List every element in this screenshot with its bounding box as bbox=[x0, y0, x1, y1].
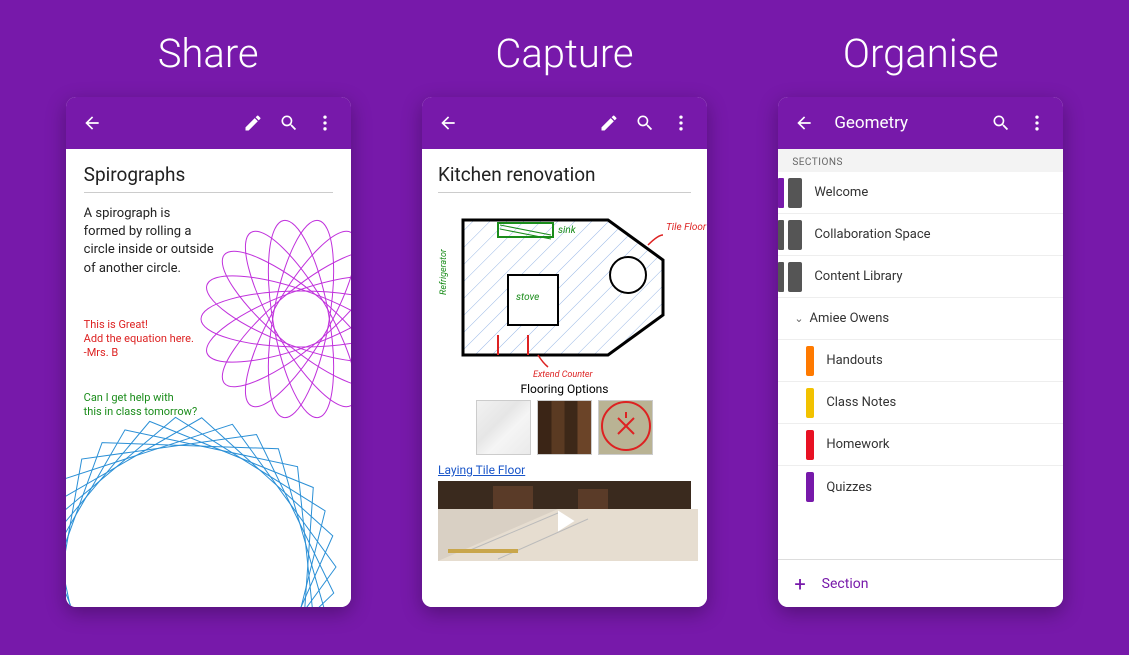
section-tab-icon bbox=[778, 178, 784, 208]
phone-organise: Geometry SECTIONS Welcome Collaboration bbox=[778, 97, 1063, 607]
notebook-title: Geometry bbox=[834, 113, 983, 133]
pen-icon bbox=[599, 113, 619, 133]
section-swatch-icon bbox=[788, 220, 802, 250]
search-button[interactable] bbox=[983, 105, 1019, 141]
section-tab-icon bbox=[778, 220, 784, 250]
search-button[interactable] bbox=[627, 105, 663, 141]
arrow-left-icon bbox=[82, 113, 102, 133]
back-button[interactable] bbox=[786, 105, 822, 141]
section-tab-icon bbox=[778, 262, 784, 292]
section-item[interactable]: Welcome bbox=[778, 172, 1063, 214]
subheading-flooring: Flooring Options bbox=[438, 382, 691, 396]
rule bbox=[438, 192, 691, 193]
note-page[interactable]: Spirographs A spirograph is formed by ro… bbox=[66, 149, 351, 607]
overflow-button[interactable] bbox=[1019, 105, 1055, 141]
pen-button[interactable] bbox=[235, 105, 271, 141]
column-label-capture: Capture bbox=[495, 30, 633, 77]
spirograph-purple bbox=[191, 209, 351, 429]
chevron-down-icon: ⌄ bbox=[794, 312, 803, 325]
section-swatch-icon bbox=[788, 178, 802, 208]
arrow-left-icon bbox=[438, 113, 458, 133]
section-label: Homework bbox=[826, 437, 889, 452]
section-group[interactable]: ⌄ Amiee Owens bbox=[778, 298, 1063, 340]
annotation-fridge: Refrigerator bbox=[439, 248, 449, 295]
overflow-button[interactable] bbox=[307, 105, 343, 141]
section-label: Class Notes bbox=[826, 395, 896, 410]
section-swatch-icon bbox=[806, 430, 814, 460]
section-item[interactable]: Collaboration Space bbox=[778, 214, 1063, 256]
section-label: Collaboration Space bbox=[814, 227, 930, 242]
annotation-sink: sink bbox=[558, 225, 577, 236]
section-item[interactable]: Handouts bbox=[778, 340, 1063, 382]
search-icon bbox=[991, 113, 1011, 133]
phone-capture: Kitchen renovation sink stove T bbox=[422, 97, 707, 607]
section-item[interactable]: Quizzes bbox=[778, 466, 1063, 508]
search-icon bbox=[279, 113, 299, 133]
sections-list: SECTIONS Welcome Collaboration Space Con… bbox=[778, 149, 1063, 607]
arrow-left-icon bbox=[794, 113, 814, 133]
swatch-wood[interactable] bbox=[537, 400, 592, 455]
section-item[interactable]: Content Library bbox=[778, 256, 1063, 298]
sections-header: SECTIONS bbox=[778, 149, 1063, 172]
rule bbox=[84, 192, 333, 193]
section-item[interactable]: Class Notes bbox=[778, 382, 1063, 424]
add-section-button[interactable]: + Section bbox=[778, 559, 1063, 607]
appbar bbox=[422, 97, 707, 149]
overflow-button[interactable] bbox=[663, 105, 699, 141]
play-icon bbox=[546, 503, 582, 539]
section-label: Welcome bbox=[814, 185, 868, 200]
column-label-share: Share bbox=[158, 30, 259, 77]
more-vert-icon bbox=[1027, 113, 1047, 133]
pen-icon bbox=[243, 113, 263, 133]
annotation-tile: Tile Floor bbox=[666, 222, 707, 233]
section-item[interactable]: Homework bbox=[778, 424, 1063, 466]
back-button[interactable] bbox=[430, 105, 466, 141]
flooring-swatches bbox=[438, 400, 691, 455]
section-swatch-icon bbox=[806, 346, 814, 376]
more-vert-icon bbox=[671, 113, 691, 133]
section-swatch-icon bbox=[806, 388, 814, 418]
section-swatch-icon bbox=[806, 472, 814, 502]
appbar: Geometry bbox=[778, 97, 1063, 149]
add-section-label: Section bbox=[822, 576, 869, 592]
pen-button[interactable] bbox=[591, 105, 627, 141]
section-label: Handouts bbox=[826, 353, 882, 368]
phone-share: Spirographs A spirograph is formed by ro… bbox=[66, 97, 351, 607]
floorplan-image: sink stove Tile Floor Extend Counter Ref… bbox=[438, 205, 691, 374]
section-swatch-icon bbox=[788, 262, 802, 292]
section-group-label: Amiee Owens bbox=[810, 311, 890, 326]
section-label: Quizzes bbox=[826, 480, 872, 495]
annotation-extend: Extend Counter bbox=[533, 370, 594, 380]
link-laying-tile[interactable]: Laying Tile Floor bbox=[438, 463, 691, 477]
page-title: Spirographs bbox=[84, 163, 333, 186]
back-button[interactable] bbox=[74, 105, 110, 141]
annotation-stove: stove bbox=[516, 292, 539, 303]
note-page[interactable]: Kitchen renovation sink stove T bbox=[422, 149, 707, 607]
search-button[interactable] bbox=[271, 105, 307, 141]
section-label: Content Library bbox=[814, 269, 902, 284]
plus-icon: + bbox=[794, 572, 805, 596]
video-thumbnail[interactable] bbox=[438, 481, 691, 561]
swatch-marble[interactable] bbox=[476, 400, 531, 455]
column-label-organise: Organise bbox=[843, 30, 999, 77]
search-icon bbox=[635, 113, 655, 133]
spirograph-blue bbox=[66, 407, 346, 607]
more-vert-icon bbox=[315, 113, 335, 133]
appbar bbox=[66, 97, 351, 149]
swatch-tile[interactable] bbox=[598, 400, 653, 455]
page-title: Kitchen renovation bbox=[438, 163, 691, 186]
